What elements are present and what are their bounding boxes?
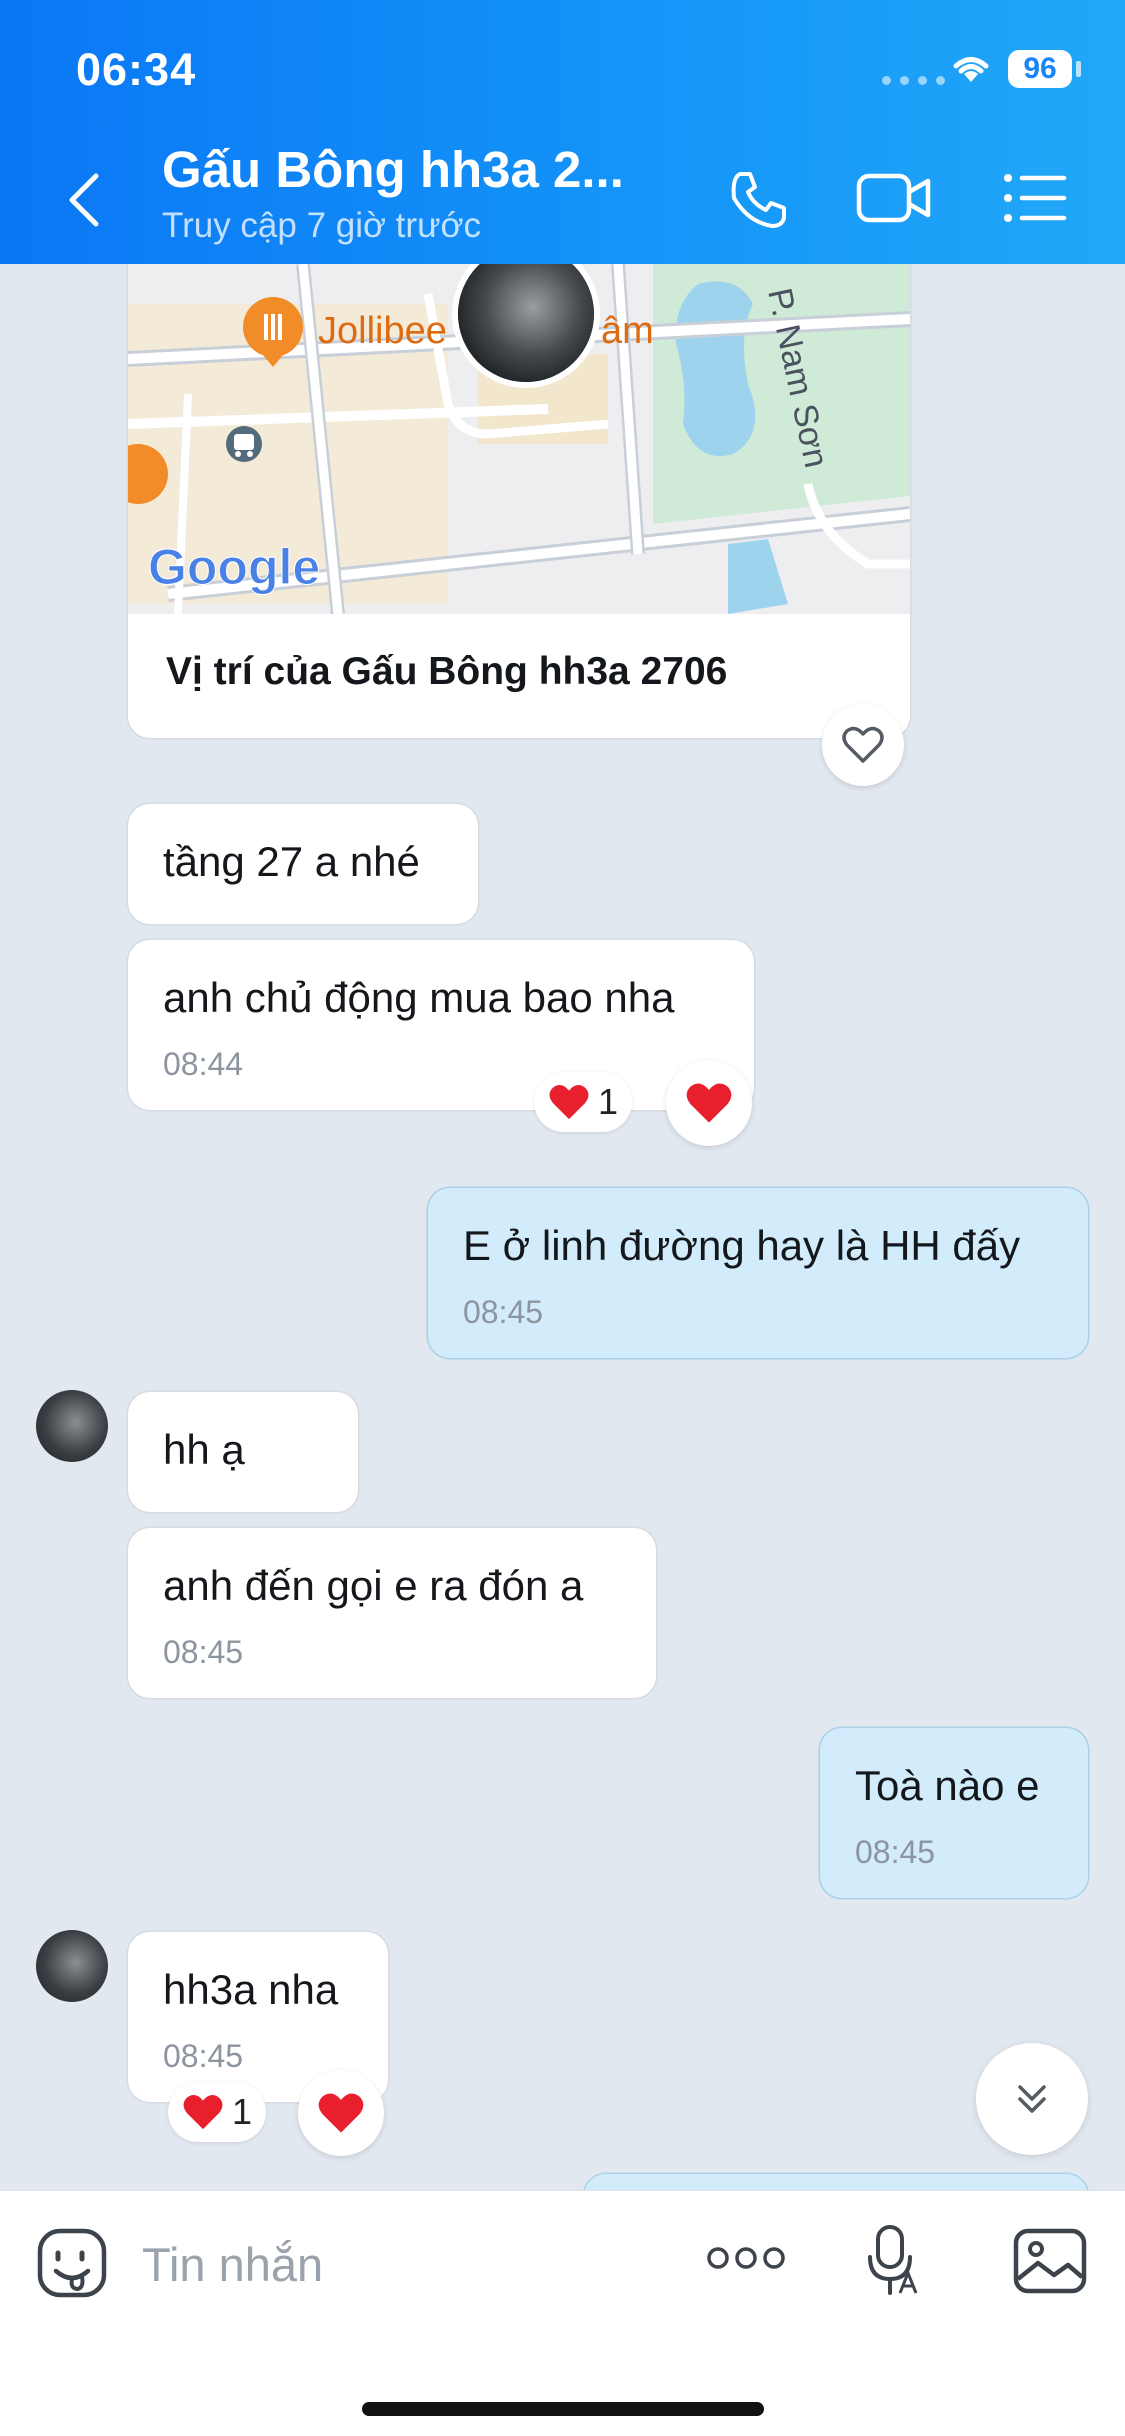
react-button[interactable] <box>298 2070 384 2156</box>
heart-outline-icon <box>842 726 884 763</box>
home-indicator[interactable] <box>362 2402 764 2416</box>
poi-label-tail: âm <box>601 310 654 352</box>
reaction-count: 1 <box>232 2091 253 2132</box>
video-camera-icon[interactable] <box>856 168 932 228</box>
message-text: anh chủ động mua bao nha <box>163 974 675 1021</box>
reaction-summary[interactable]: 1 <box>534 1072 633 1132</box>
cellular-signal-icon <box>882 76 945 85</box>
message-bubble-sent[interactable]: Toà nào e 08:45 <box>820 1728 1088 1898</box>
avatar[interactable] <box>36 1390 108 1462</box>
avatar[interactable] <box>36 1930 108 2002</box>
message-time: 08:45 <box>855 1834 936 1870</box>
reaction-count: 1 <box>598 1081 619 1122</box>
google-logo: Google <box>148 539 320 595</box>
message-text: E ở linh đường hay là HH đấy <box>463 1222 1021 1269</box>
message-time: 08:45 <box>163 1634 244 1670</box>
message-text: Toà nào e <box>855 1762 1040 1809</box>
message-text: anh đến gọi e ra đón a <box>163 1562 584 1609</box>
location-card[interactable]: Jollibee âm P. Nam Sơn Google Vị trí của… <box>128 264 910 738</box>
list-icon[interactable] <box>1002 168 1068 228</box>
message-bubble-received[interactable]: tầng 27 a nhé <box>128 804 478 924</box>
battery-indicator: 96 <box>1008 50 1072 88</box>
message-bubble-sent[interactable]: E ở linh đường hay là HH đấy 08:45 <box>428 1188 1088 1358</box>
emoji-sticker-icon[interactable] <box>36 2227 108 2299</box>
chat-header: 06:34 96 Gấu Bông hh3a 2... Truy cập 7 g… <box>0 0 1125 264</box>
message-input-bar: Tin nhắn <box>0 2190 1125 2436</box>
message-time: 08:45 <box>463 1294 544 1330</box>
message-input[interactable]: Tin nhắn <box>142 2237 323 2292</box>
message-text: hh ạ <box>163 1426 245 1473</box>
reaction-summary[interactable]: 1 <box>168 2082 267 2142</box>
message-bubble-received[interactable]: anh chủ động mua bao nha 08:44 <box>128 940 754 1110</box>
message-time: 08:45 <box>163 2038 244 2074</box>
battery-cap <box>1076 61 1081 77</box>
image-icon[interactable] <box>1012 2227 1088 2295</box>
poi-label: Jollibee <box>318 310 447 352</box>
status-time: 06:34 <box>76 44 197 95</box>
chat-title[interactable]: Gấu Bông hh3a 2... <box>162 140 624 199</box>
scroll-down-button[interactable] <box>976 2043 1088 2155</box>
chevron-left-icon[interactable] <box>60 168 110 232</box>
heart-icon <box>318 2093 364 2133</box>
message-list[interactable]: Jollibee âm P. Nam Sơn Google Vị trí của… <box>0 264 1125 2190</box>
heart-icon <box>183 2095 223 2130</box>
location-caption: Vị trí của Gấu Bông hh3a 2706 <box>166 650 728 693</box>
message-text: tầng 27 a nhé <box>163 838 420 885</box>
microphone-icon[interactable] <box>864 2223 920 2299</box>
message-text: hh3a nha <box>163 1966 339 2013</box>
message-time: 08:44 <box>163 1046 244 1082</box>
last-seen-status: Truy cập 7 giờ trước <box>162 206 481 245</box>
double-chevron-down-icon <box>1018 2085 1046 2113</box>
more-dots-icon[interactable] <box>706 2243 786 2273</box>
message-bubble-sent[interactable] <box>584 2174 1088 2190</box>
map-preview[interactable]: Jollibee âm P. Nam Sơn Google <box>128 264 910 614</box>
message-bubble-received[interactable]: hh ạ <box>128 1392 358 1512</box>
react-button[interactable] <box>666 1060 752 1146</box>
like-button[interactable] <box>822 704 904 786</box>
wifi-icon <box>953 57 989 82</box>
phone-icon[interactable] <box>726 168 790 232</box>
heart-icon <box>686 1083 732 1123</box>
message-bubble-received[interactable]: anh đến gọi e ra đón a 08:45 <box>128 1528 656 1698</box>
heart-icon <box>549 1085 589 1120</box>
